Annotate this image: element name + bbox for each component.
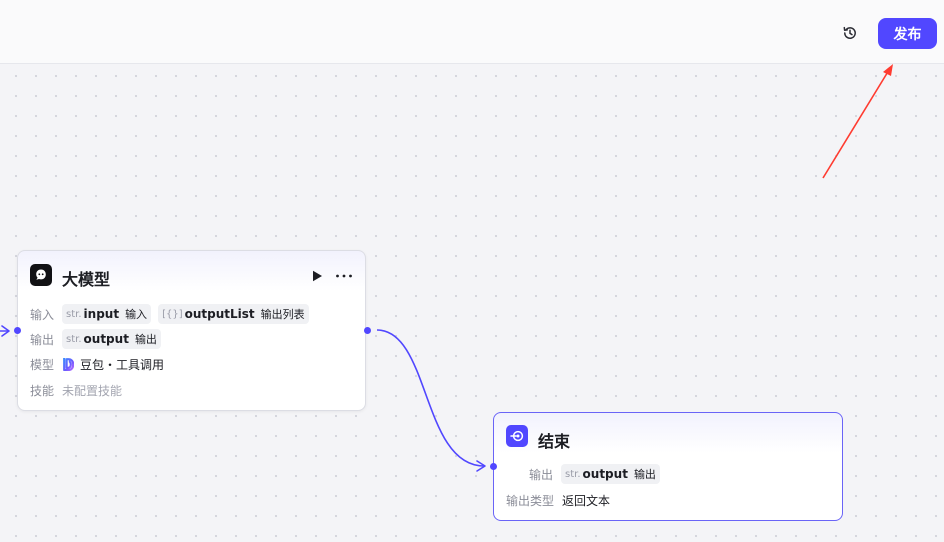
llm-icon [30,264,52,286]
end-input-port[interactable] [490,463,497,470]
param-type: str. [66,308,82,320]
run-node-button[interactable] [309,268,325,284]
end-node[interactable]: 结束 输出 str. output 输出 输出类型 返回文本 [493,412,843,521]
doubao-logo-icon [63,358,75,371]
skill-value: 未配置技能 [62,383,123,398]
input-label: 输入 [30,307,55,322]
param-type: str. [66,333,82,345]
param-desc: 输出 [134,333,157,346]
end-node-title: 结束 [538,432,571,451]
param-type: [{}] [162,308,183,320]
edge-llm-to-end[interactable] [376,329,485,467]
param-desc: 输出列表 [260,308,305,321]
input-param-tag[interactable]: [{}] outputList 输出列表 [158,304,309,324]
skill-label: 技能 [30,383,55,398]
output-param-tag[interactable]: str. output 输出 [561,464,660,484]
output-label: 输出 [529,467,554,482]
llm-input-port[interactable] [14,327,21,334]
end-icon [506,425,528,447]
param-desc: 输入 [125,308,148,321]
param-name: input [83,307,120,321]
param-name: output [582,467,628,481]
llm-output-port[interactable] [364,327,371,334]
annotation-arrowhead [883,64,893,76]
llm-output-row: 输出 str. output 输出 [30,329,168,349]
llm-node[interactable]: 大模型 输入 str. input 输入 [{}] outputList 输出列… [17,250,366,411]
param-desc: 输出 [633,468,656,481]
param-name: output [83,332,129,346]
model-label: 模型 [30,357,55,372]
llm-model-row: 模型 豆包・工具调用 [30,354,164,374]
annotation-arrow-line [822,69,890,179]
end-output-row: 输出 str. output 输出 [529,464,667,484]
input-param-tag[interactable]: str. input 输入 [62,304,152,324]
more-options-button[interactable] [334,268,354,284]
param-type: str. [565,468,581,480]
play-icon [312,270,322,282]
output-label: 输出 [30,332,55,347]
end-output-type-row: 输出类型 返回文本 [506,490,610,510]
model-value: 豆包・工具调用 [80,357,165,372]
output-type-value: 返回文本 [562,493,611,508]
output-type-label: 输出类型 [506,493,555,508]
llm-skill-row: 技能 未配置技能 [30,380,122,400]
output-param-tag[interactable]: str. output 输出 [62,329,161,349]
llm-input-row: 输入 str. input 输入 [{}] outputList 输出列表 [30,304,316,324]
llm-node-title: 大模型 [62,270,111,289]
more-icon [336,274,352,278]
param-name: outputList [184,307,255,321]
